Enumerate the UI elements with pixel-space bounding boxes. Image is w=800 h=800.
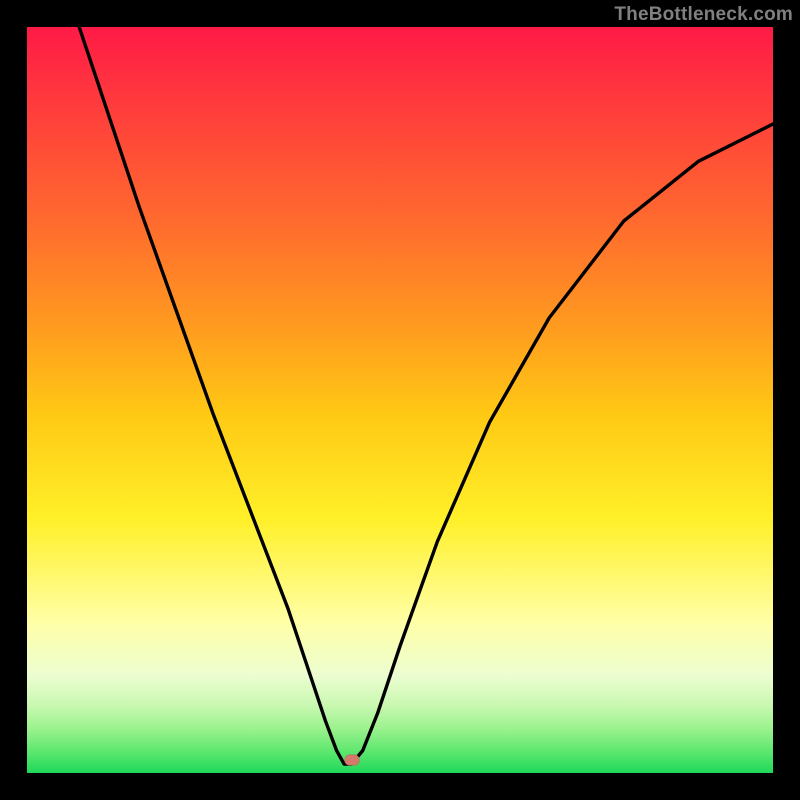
chart-frame: TheBottleneck.com [0, 0, 800, 800]
watermark-text: TheBottleneck.com [614, 4, 793, 26]
bottleneck-curve [27, 27, 773, 773]
optimal-point-marker [344, 754, 359, 765]
plot-area [27, 27, 773, 773]
